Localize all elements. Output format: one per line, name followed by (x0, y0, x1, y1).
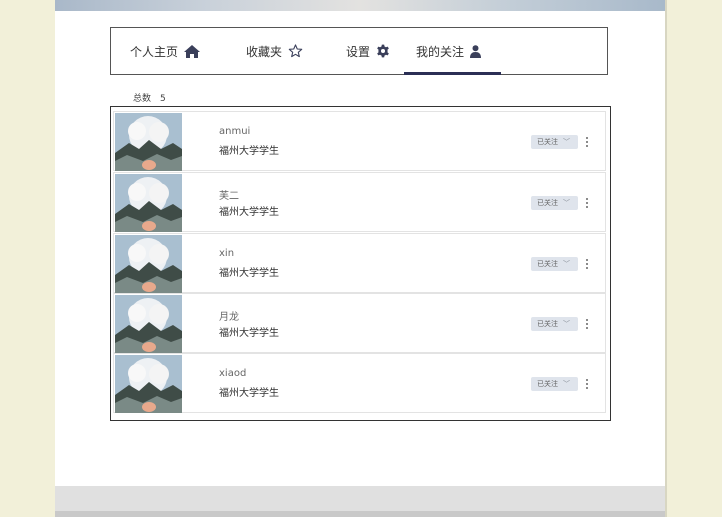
gear-icon (377, 44, 389, 58)
avatar[interactable] (115, 113, 182, 171)
more-options-icon[interactable] (584, 377, 590, 391)
more-options-icon[interactable] (584, 196, 590, 210)
avatar-image (115, 355, 182, 413)
avatar[interactable] (115, 295, 182, 353)
avatar-image (115, 235, 182, 293)
user-icon (470, 44, 482, 58)
followed-button-label: 已关注 (537, 199, 558, 207)
footer-bar (55, 486, 665, 517)
followed-button[interactable]: 已关注 ﹀ (531, 135, 578, 149)
avatar[interactable] (115, 355, 182, 413)
header-banner-image (55, 0, 665, 11)
follow-school: 福州大学学生 (219, 268, 279, 279)
follow-list: anmui 福州大学学生 已关注 ﹀ 芙二 福州大学学生 已关注 ﹀ xin 福… (110, 106, 611, 421)
followed-button[interactable]: 已关注 ﹀ (531, 196, 578, 210)
star-icon (288, 44, 303, 58)
list-item: 月龙 福州大学学生 已关注 ﹀ (113, 293, 606, 353)
chevron-down-icon: ﹀ (563, 199, 570, 207)
home-icon (184, 44, 201, 58)
avatar-image (115, 174, 182, 232)
more-options-icon[interactable] (584, 317, 590, 331)
follow-school: 福州大学学生 (219, 146, 279, 157)
followed-button[interactable]: 已关注 ﹀ (531, 377, 578, 391)
tab-my-follows[interactable]: 我的关注 (403, 28, 502, 75)
more-options-icon[interactable] (584, 135, 590, 149)
avatar[interactable] (115, 174, 182, 232)
followed-button-label: 已关注 (537, 320, 558, 328)
chevron-down-icon: ﹀ (563, 138, 570, 146)
follow-name[interactable]: anmui (219, 126, 250, 137)
follow-school: 福州大学学生 (219, 328, 279, 339)
followed-button[interactable]: 已关注 ﹀ (531, 257, 578, 271)
list-item: xin 福州大学学生 已关注 ﹀ (113, 233, 606, 293)
page-edge (665, 0, 667, 517)
avatar[interactable] (115, 235, 182, 293)
followed-button-label: 已关注 (537, 260, 558, 268)
followed-button-label: 已关注 (537, 380, 558, 388)
follow-school: 福州大学学生 (219, 388, 279, 399)
chevron-down-icon: ﹀ (563, 380, 570, 388)
follow-name[interactable]: 月龙 (219, 308, 239, 323)
tab-favorites-label: 收藏夹 (246, 44, 283, 59)
tab-settings-label: 设置 (346, 44, 371, 59)
list-item: xiaod 福州大学学生 已关注 ﹀ (113, 353, 606, 413)
profile-nav: 个人主页 收藏夹 设置 我的关注 (110, 27, 608, 75)
list-item: anmui 福州大学学生 已关注 ﹀ (113, 111, 606, 171)
total-label: 总数 (133, 94, 152, 104)
tab-my-follows-label: 我的关注 (416, 44, 465, 59)
chevron-down-icon: ﹀ (563, 260, 570, 268)
avatar-image (115, 113, 182, 171)
follow-name[interactable]: xin (219, 248, 234, 259)
avatar-image (115, 295, 182, 353)
tab-settings[interactable]: 设置 (346, 28, 390, 74)
list-item: 芙二 福州大学学生 已关注 ﹀ (113, 172, 606, 232)
follow-school: 福州大学学生 (219, 207, 279, 218)
chevron-down-icon: ﹀ (563, 320, 570, 328)
follow-name[interactable]: 芙二 (219, 187, 239, 202)
total-count: 5 (160, 94, 166, 104)
followed-button-label: 已关注 (537, 138, 558, 146)
tab-home-label: 个人主页 (130, 44, 179, 59)
followed-button[interactable]: 已关注 ﹀ (531, 317, 578, 331)
more-options-icon[interactable] (584, 257, 590, 271)
tab-favorites[interactable]: 收藏夹 (246, 28, 303, 74)
follow-total: 总数 5 (133, 91, 166, 104)
tab-home[interactable]: 个人主页 (130, 28, 201, 74)
follow-name[interactable]: xiaod (219, 368, 246, 379)
